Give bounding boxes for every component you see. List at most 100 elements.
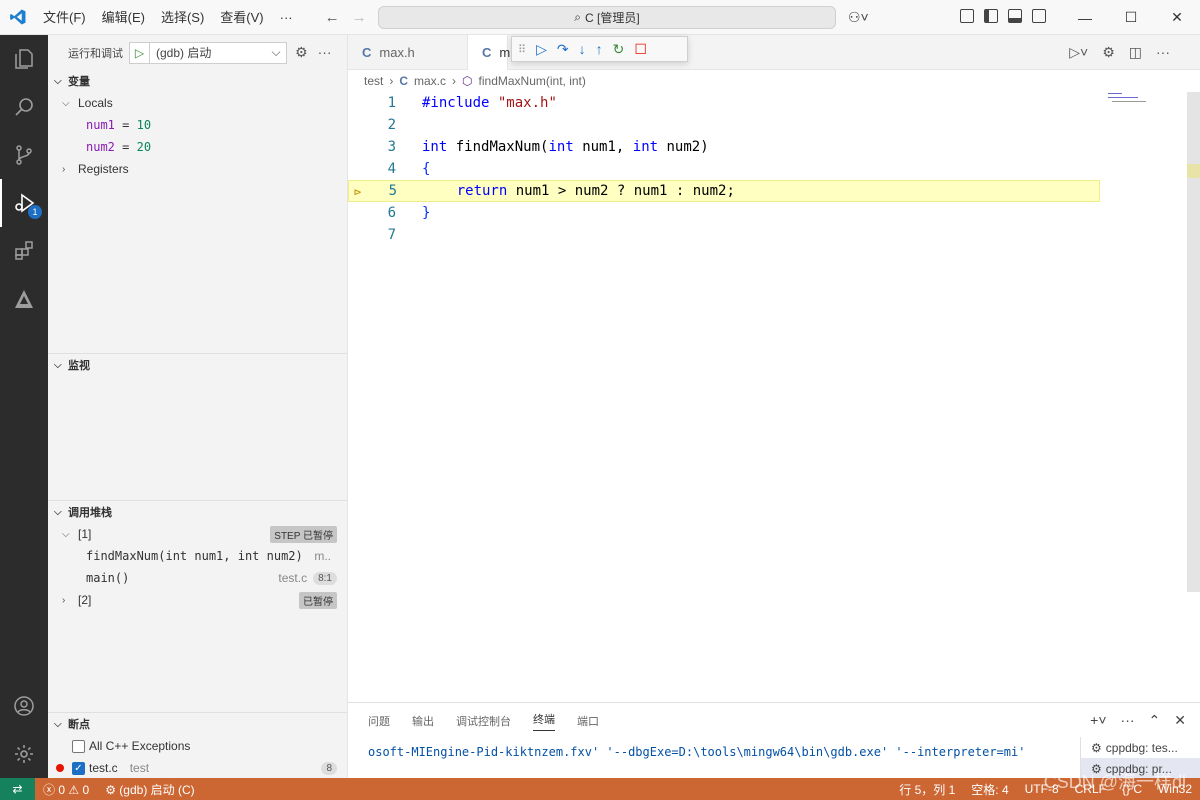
breakpoints-section-header[interactable]: ⌵ 断点 [48,713,347,735]
cursor-position[interactable]: 行 5，列 1 [891,781,963,798]
variable-name: num1 [86,118,115,132]
window-controls: — ☐ ✕ [1062,0,1200,35]
settings-gear-icon[interactable] [0,730,48,778]
locals-scope[interactable]: ⌵ Locals [48,92,347,114]
command-center-label: C [管理员] [585,11,640,25]
open-launch-json-gear-icon[interactable]: ⚙ [295,44,308,61]
stop-icon[interactable]: ☐ [634,41,647,58]
back-arrow-icon[interactable]: ← [325,9,340,26]
variables-section-header[interactable]: ⌵ 变量 [48,70,347,92]
watch-section-header[interactable]: ⌵ 监视 [48,354,347,376]
breadcrumb-file[interactable]: max.c [414,74,446,88]
more-actions-icon[interactable]: ··· [1121,712,1135,729]
minimap[interactable] [1108,92,1188,122]
toggle-panel-icon[interactable] [1008,9,1022,23]
vertical-scrollbar[interactable] [1187,92,1200,592]
call-stack-section-header[interactable]: ⌵ 调用堆栈 [48,501,347,523]
gear-icon[interactable]: ⚙ [1102,44,1115,61]
close-window-icon[interactable]: ✕ [1154,0,1200,35]
cmake-icon[interactable] [0,275,48,323]
thread-row[interactable]: › [2] 已暂停 [48,589,347,611]
call-stack-title: 调用堆栈 [68,507,112,519]
menu-selection[interactable]: 选择(S) [153,0,212,35]
tab-ports[interactable]: 端口 [577,713,599,729]
variable-row[interactable]: num1 = 10 [48,114,347,136]
breakpoint-line-badge: 8 [321,761,337,775]
code-text: int findMaxNum(int num1, int num2) [422,139,709,155]
tab-max-h[interactable]: C max.h [348,35,468,70]
frame-name: findMaxNum(int num1, int num2) [86,549,303,563]
chevron-down-icon: ⌵ [62,97,70,109]
bottom-panel: 问题 输出 调试控制台 终端 端口 +˅ ··· ⌃ ✕ osoft-MIEng… [348,702,1200,779]
step-into-icon[interactable]: ↓ [579,41,586,57]
start-debugging-icon[interactable]: ▷ [130,42,150,63]
forward-arrow-icon[interactable]: → [352,9,367,26]
drag-handle-icon[interactable]: ⠿ [518,43,526,56]
tab-debug-console[interactable]: 调试控制台 [456,713,511,729]
problems-status[interactable]: ⓧ 0 ⚠ 0 [35,781,97,798]
command-center[interactable]: ⌕ C [管理员] [378,6,836,29]
debug-config-label: (gdb) 启动 (C) [119,782,195,797]
code-line: 6 } [348,202,1100,224]
line-number: 7 [387,227,396,243]
code-editor[interactable]: 1 #include "max.h" 2 3 int findMaxNum(in… [348,92,1188,700]
tab-max-c[interactable]: C m [468,35,510,70]
tab-problems[interactable]: 问题 [368,713,390,729]
extensions-icon[interactable] [0,227,48,275]
explorer-files-icon[interactable] [0,35,48,83]
copilot-icon[interactable]: ⚇˅ [848,9,869,26]
indentation[interactable]: 空格: 4 [963,781,1016,798]
frame-file: test.c [278,571,308,585]
editor-actions: ▷˅ ⚙ ◫ ··· [1069,44,1170,61]
stack-frame-row[interactable]: findMaxNum(int num1, int num2) m.. [48,545,347,567]
chevron-down-icon: ⌵ [54,718,62,730]
terminal-output[interactable]: osoft-MIEngine-Pid-kiktnzem.fxv' '--dbgE… [368,745,1025,759]
split-editor-icon[interactable]: ◫ [1129,44,1142,61]
search-icon[interactable] [0,83,48,131]
step-out-icon[interactable]: ↑ [596,41,603,57]
warning-count: 0 [82,782,90,797]
menu-edit[interactable]: 编辑(E) [94,0,153,35]
breakpoint-row[interactable]: All C++ Exceptions [48,735,347,757]
more-actions-icon[interactable]: ··· [1156,44,1170,61]
activity-bar: 1 [0,35,48,778]
launch-config-select[interactable]: ▷ (gdb) 启动 ⌵ [129,41,287,64]
variable-row[interactable]: num2 = 20 [48,136,347,158]
registers-scope[interactable]: › Registers [48,158,347,180]
thread-row[interactable]: ⌵ [1] STEP 已暂停 [48,523,347,545]
breakpoint-checkbox[interactable] [72,739,85,753]
maximize-icon[interactable]: ☐ [1108,0,1154,35]
run-debug-dropdown-icon[interactable]: ▷˅ [1069,44,1088,61]
minimize-icon[interactable]: — [1062,0,1108,35]
customize-layout-icon[interactable] [960,9,974,23]
close-panel-icon[interactable]: ✕ [1174,712,1186,729]
menu-file[interactable]: 文件(F) [35,0,94,35]
more-actions-icon[interactable]: ··· [318,44,332,61]
breakpoint-row[interactable]: ✓ test.c test 8 [48,757,347,779]
status-bar: ⇄ ⓧ 0 ⚠ 0 ⚙ (gdb) 启动 (C) 行 5，列 1 空格: 4 U… [0,778,1200,800]
error-count: 0 [58,782,66,797]
menu-more[interactable]: ··· [272,0,301,35]
maximize-panel-chevron-up-icon[interactable]: ⌃ [1149,712,1161,729]
terminal-item[interactable]: ⚙ cppdbg: tes... [1081,737,1200,758]
run-debug-icon[interactable]: 1 [0,179,48,227]
stack-frame-row[interactable]: main() test.c 8:1 [48,567,347,589]
toggle-secondary-sidebar-icon[interactable] [1032,9,1046,23]
debug-config-status[interactable]: ⚙ (gdb) 启动 (C) [97,781,202,798]
account-icon[interactable] [0,682,48,730]
source-control-icon[interactable] [0,131,48,179]
breadcrumb-folder[interactable]: test [364,74,383,88]
watermark: CSDN @海一样dl [1043,772,1186,792]
menu-view[interactable]: 查看(V) [212,0,271,35]
step-over-icon[interactable]: ↷ [557,41,569,58]
watch-title: 监视 [68,360,90,372]
breakpoint-checkbox[interactable]: ✓ [72,761,85,775]
remote-indicator-icon[interactable]: ⇄ [0,778,35,800]
continue-icon[interactable]: ▷ [536,41,547,58]
restart-icon[interactable]: ↻ [613,41,625,58]
toggle-sidebar-icon[interactable] [984,9,998,23]
breadcrumb-symbol[interactable]: findMaxNum(int, int) [479,74,586,88]
tab-output[interactable]: 输出 [412,713,434,729]
new-terminal-plus-icon[interactable]: +˅ [1090,712,1106,729]
tab-terminal[interactable]: 终端 [533,711,555,731]
